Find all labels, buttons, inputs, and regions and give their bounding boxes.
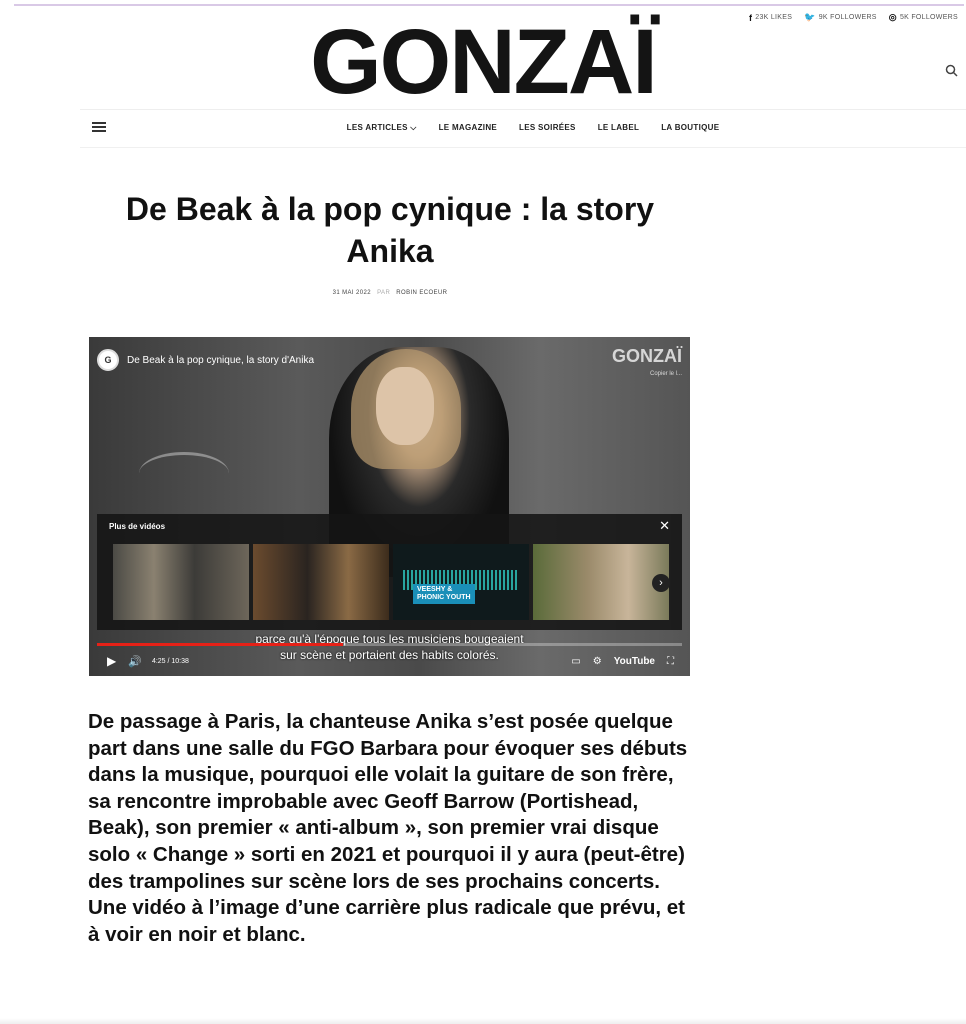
nav-item-soirees[interactable]: LES SOIRÉES <box>519 123 576 133</box>
play-icon[interactable]: ▶ <box>107 654 116 668</box>
thumbnail-label-line2: PHONIC YOUTH <box>417 594 471 601</box>
nav-item-magazine[interactable]: LE MAGAZINE <box>439 123 497 133</box>
more-videos-title: Plus de vidéos <box>109 522 166 531</box>
chevron-right-icon[interactable]: › <box>652 574 670 592</box>
video-watermark: GONZAÏ Copier le l... <box>612 347 682 383</box>
article-author[interactable]: ROBIN ECOEUR <box>396 290 447 296</box>
thumbnail-label-line1: VEESHY & <box>417 586 453 593</box>
video-brand: GONZAÏ <box>612 346 682 366</box>
video-thumbnail[interactable] <box>113 544 249 620</box>
video-thumbnail[interactable] <box>253 544 389 620</box>
thumbnail-label: VEESHY & PHONIC YOUTH <box>413 584 475 604</box>
article-meta: 31 MAI 2022 PAR ROBIN ECOEUR <box>90 290 690 296</box>
video-brand-sub: Copier le l... <box>649 371 682 377</box>
nav-item-boutique[interactable]: LA BOUTIQUE <box>661 123 719 133</box>
video-header: G De Beak à la pop cynique, la story d'A… <box>97 349 314 371</box>
video-player[interactable]: G De Beak à la pop cynique, la story d'A… <box>89 337 690 676</box>
bottom-edge <box>0 1018 966 1024</box>
nav-item-label[interactable]: LE LABEL <box>598 123 640 133</box>
video-progress-bar[interactable] <box>97 643 682 646</box>
video-title[interactable]: De Beak à la pop cynique, la story d'Ani… <box>127 355 314 366</box>
video-controls: ▶ 🔊 4:25 / 10:38 ▭ ⚙ YouTube ⛶ <box>89 649 690 673</box>
video-controls-right: ▭ ⚙ YouTube ⛶ <box>571 656 674 667</box>
close-icon[interactable]: ✕ <box>659 518 670 534</box>
top-accent-line <box>14 4 964 6</box>
main-nav: LES ARTICLES ⌵ LE MAGAZINE LES SOIRÉES L… <box>0 123 966 133</box>
more-videos-panel: Plus de vidéos ✕ VEESHY & PHONIC YOUTH › <box>97 514 682 630</box>
youtube-logo[interactable]: YouTube <box>614 656 655 667</box>
video-frame-face <box>376 367 434 445</box>
settings-icon[interactable]: ⚙ <box>593 656 602 667</box>
fullscreen-icon[interactable]: ⛶ <box>667 656 674 667</box>
volume-icon[interactable]: 🔊 <box>128 655 142 668</box>
article-date: 31 MAI 2022 <box>332 290 372 296</box>
article-by: PAR <box>377 290 391 296</box>
nav-divider-bottom <box>80 147 966 148</box>
search-icon[interactable] <box>945 64 958 77</box>
nav-divider-top <box>80 109 966 110</box>
article-lead: De passage à Paris, la chanteuse Anika s… <box>88 710 688 946</box>
drum-cymbal <box>139 452 229 495</box>
video-thumbnail[interactable]: VEESHY & PHONIC YOUTH <box>393 544 529 620</box>
site-logo[interactable]: GONZAÏ <box>0 16 966 108</box>
video-time: 4:25 / 10:38 <box>151 657 189 665</box>
video-progress-fill <box>97 643 343 646</box>
subtitles-icon[interactable]: ▭ <box>571 656 580 667</box>
article-title: De Beak à la pop cynique : la story Anik… <box>125 191 655 269</box>
nav-item-articles[interactable]: LES ARTICLES ⌵ <box>347 123 417 133</box>
more-videos-list: VEESHY & PHONIC YOUTH <box>113 544 669 620</box>
channel-avatar[interactable]: G <box>97 349 119 371</box>
video-thumbnail[interactable] <box>533 544 669 620</box>
